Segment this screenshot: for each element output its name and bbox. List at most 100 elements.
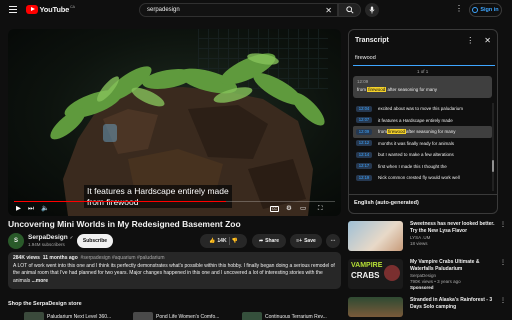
menu-icon[interactable]: [9, 6, 17, 13]
match-count: 1 of 1: [417, 69, 429, 74]
subscribe-button[interactable]: Subscribe: [77, 234, 113, 248]
settings-gear-icon[interactable]: ⚙: [286, 205, 292, 213]
next-icon[interactable]: ⏭: [28, 205, 34, 213]
pinned-match[interactable]: 12:09 from firewood after seasoning for …: [353, 76, 492, 98]
search-input[interactable]: serpadesign ✕: [139, 3, 338, 17]
close-icon[interactable]: ✕: [484, 36, 491, 45]
transcript-row[interactable]: 12:07 it features a Hardscape entirely ma…: [353, 115, 492, 127]
channel-avatar[interactable]: S: [8, 233, 24, 249]
recommendation-title: Stranded in Alaska's Rainforest - 3 Days…: [410, 297, 493, 310]
clear-search-icon[interactable]: ✕: [325, 6, 332, 15]
shop-item[interactable]: Paludarium Next Level 360...: [24, 312, 111, 320]
transcript-row[interactable]: 12:12 months it was finally ready for ani…: [353, 138, 492, 150]
transcript-row-active[interactable]: 12:09 from firewood after seasoning for m…: [353, 126, 492, 138]
top-bar: YouTube CA serpadesign ✕ ⋮ Sign in: [0, 0, 512, 20]
description-box[interactable]: 284K views 11 months ago #serpadesign #a…: [8, 252, 341, 289]
row-text-before: from: [378, 129, 387, 135]
youtube-logo[interactable]: YouTube CA: [26, 5, 75, 14]
like-count: 14K: [217, 238, 227, 244]
row-timestamp: 12:09: [356, 128, 372, 135]
voice-search-button[interactable]: [365, 3, 379, 17]
shop-item[interactable]: Continuous Terrarium Rev...: [242, 312, 327, 320]
transcript-row[interactable]: 12:17 first when I made this I thought th…: [353, 161, 492, 173]
thumb-text-crabs: CRABS: [351, 271, 380, 280]
transcript-title: Transcript: [355, 37, 389, 44]
play-logo-icon: [26, 5, 38, 14]
transcript-scroll-thumb[interactable]: [492, 160, 494, 172]
transcript-row[interactable]: 12:19 Nick common crested fly would work …: [353, 172, 492, 184]
row-text: but I wanted to make a few alterations: [378, 152, 454, 158]
account-icon: [472, 7, 479, 13]
like-button[interactable]: 👍 14K: [209, 238, 226, 244]
share-label: Share: [265, 238, 280, 244]
player-controls: ▶ ⏭ 🔈 CC ⚙ ▭ ⛶: [8, 202, 341, 216]
shop-thumbnail: [242, 312, 262, 320]
hashtags[interactable]: #serpadesign #aquarium #paludarium: [81, 255, 165, 261]
recommendation-thumbnail: [348, 297, 403, 317]
transcript-search-value: firewood: [355, 55, 376, 61]
row-timestamp: 12:07: [356, 117, 372, 124]
transcript-search-input[interactable]: firewood: [353, 55, 495, 66]
recommendation-item[interactable]: VAMPIRE CRABS My Vampire Crabs Ultimate …: [348, 259, 508, 290]
channel-name-text: SerpaDesign: [28, 234, 68, 241]
settings-more-icon[interactable]: ⋮: [455, 5, 463, 13]
more-icon: ⋯: [330, 238, 336, 244]
save-label: Save: [304, 238, 316, 244]
recommendation-thumbnail: VAMPIRE CRABS: [348, 259, 403, 289]
transcript-scrollbar[interactable]: [492, 103, 494, 191]
transcript-panel: Transcript ⋮ ✕ firewood 1 of 1 12:09 fro…: [348, 29, 498, 214]
microphone-icon: [369, 6, 375, 14]
video-title: Uncovering Mini Worlds in My Redesigned …: [8, 219, 241, 229]
search-icon: [345, 6, 354, 14]
share-button[interactable]: ➦ Share: [252, 234, 286, 248]
transcript-footer-divider: [349, 194, 497, 195]
row-text: it features a Hardscape entirely made: [378, 117, 453, 123]
show-more-link[interactable]: ...more: [32, 278, 48, 284]
theater-mode-icon[interactable]: ▭: [300, 205, 306, 213]
play-icon[interactable]: ▶: [16, 205, 21, 213]
shop-item-label: Paludarium Next Level 360...: [47, 314, 112, 320]
logo-text: YouTube: [39, 5, 70, 14]
save-icon: ≡+: [296, 238, 303, 244]
transcript-header-icons: ⋮ ✕: [466, 36, 491, 45]
row-text: first when I made this I thought the: [378, 163, 447, 169]
upload-age: 11 months ago: [42, 255, 78, 261]
verified-icon: ✓: [69, 235, 74, 240]
recommendation-thumbnail: [348, 221, 403, 251]
volume-icon[interactable]: 🔈: [41, 205, 49, 213]
search-button[interactable]: [338, 3, 361, 17]
channel-name[interactable]: SerpaDesign ✓: [28, 234, 73, 241]
shop-item-label: Pond Life Women's Comfo...: [156, 314, 220, 320]
shop-item[interactable]: Pond Life Women's Comfo...: [133, 312, 219, 320]
pinned-timestamp: 12:09: [357, 79, 369, 84]
subscriber-count: 1.94M subscribers: [28, 242, 65, 247]
more-actions-button[interactable]: ⋯: [326, 234, 340, 248]
video-player[interactable]: It features a Hardscape entirely made fr…: [8, 29, 341, 216]
recommendation-more-icon[interactable]: ⋮: [500, 259, 506, 266]
row-text: months it was finally ready for animals: [378, 140, 455, 146]
more-options-icon[interactable]: ⋮: [466, 36, 474, 45]
thumb-text-vampire: VAMPIRE: [351, 262, 383, 269]
logo-country: CA: [70, 5, 75, 9]
sign-in-label: Sign in: [480, 7, 499, 13]
shop-heading: Shop the SerpaDesign store: [8, 301, 82, 307]
search-value: serpadesign: [147, 7, 180, 13]
row-timestamp: 12:17: [356, 163, 372, 170]
transcript-list: 12:04 excited about was to move this palu…: [353, 103, 492, 184]
row-text: excited about was to move this paludariu…: [378, 106, 464, 112]
like-dislike-group: 👍 14K 👎: [200, 234, 247, 248]
fullscreen-icon[interactable]: ⛶: [318, 205, 323, 213]
recommendation-item[interactable]: Stranded in Alaska's Rainforest - 3 Days…: [348, 297, 508, 317]
like-divider: [228, 237, 230, 245]
recommendation-more-icon[interactable]: ⋮: [500, 297, 506, 304]
recommendation-item[interactable]: Sweetness has never looked better. Try t…: [348, 221, 508, 251]
save-button[interactable]: ≡+ Save: [290, 234, 322, 248]
transcript-language-select[interactable]: English (auto-generated): [354, 200, 419, 206]
recommendation-more-icon[interactable]: ⋮: [500, 221, 506, 228]
captions-icon[interactable]: CC: [270, 206, 280, 212]
thumbs-down-icon[interactable]: 👎: [232, 238, 238, 244]
transcript-row[interactable]: 12:04 excited about was to move this palu…: [353, 103, 492, 115]
recommendation-title: Sweetness has never looked better. Try t…: [410, 221, 495, 234]
transcript-row[interactable]: 12:14 but I wanted to make a few alterati…: [353, 149, 492, 161]
sign-in-button[interactable]: Sign in: [469, 3, 502, 17]
